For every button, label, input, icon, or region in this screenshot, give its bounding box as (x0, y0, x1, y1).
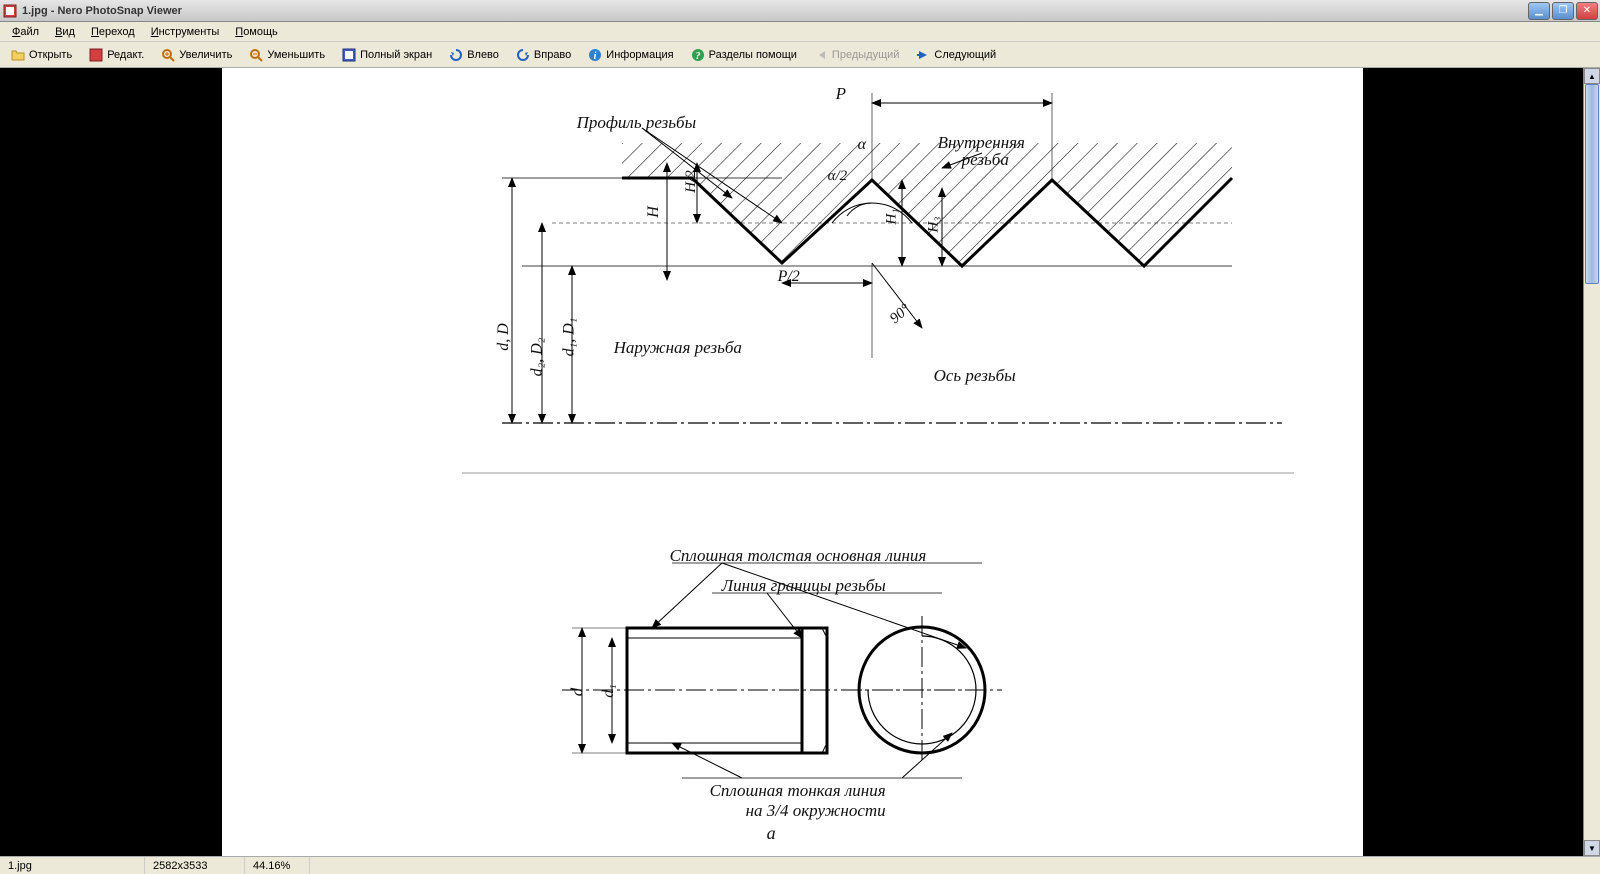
rotate-left-label: Влево (467, 49, 499, 61)
minimize-button[interactable]: ▁ (1528, 2, 1550, 20)
label-external: Наружная резьба (614, 338, 742, 358)
edit-button[interactable]: Редакт. (82, 45, 150, 65)
arrow-left-icon (813, 47, 829, 63)
window-controls: ▁ ❐ ✕ (1528, 2, 1598, 20)
menu-file[interactable]: Файл (4, 24, 47, 40)
scroll-thumb[interactable] (1585, 84, 1599, 284)
zoomout-label: Уменьшить (267, 49, 325, 61)
menu-help[interactable]: Помощь (227, 24, 286, 40)
status-dimensions: 2582x3533 (145, 857, 245, 874)
label-d: d (567, 688, 587, 697)
status-zoom: 44.16% (245, 857, 310, 874)
image-page[interactable]: Профиль резьбы Внутренняя резьба Наружна… (222, 68, 1364, 856)
app-icon (2, 3, 18, 19)
open-button[interactable]: Открыть (4, 45, 78, 65)
menu-goto[interactable]: Переход (83, 24, 143, 40)
fullscreen-label: Полный экран (360, 49, 432, 61)
label-profile: Профиль резьбы (577, 113, 697, 133)
next-button[interactable]: Следующий (909, 45, 1002, 65)
rotate-left-icon (448, 47, 464, 63)
open-label: Открыть (29, 49, 72, 61)
label-H2: H/2 (682, 170, 699, 193)
maximize-button[interactable]: ❐ (1552, 2, 1574, 20)
content-area: Профиль резьбы Внутренняя резьба Наружна… (0, 68, 1600, 856)
label-d1: d₁ (599, 684, 617, 698)
window-title: 1.jpg - Nero PhotoSnap Viewer (22, 5, 1528, 17)
label-thin1: Сплошная тонкая линия (710, 781, 886, 801)
label-axis: Ось резьбы (934, 366, 1016, 386)
rotate-right-label: Вправо (534, 49, 571, 61)
label-H: H (644, 206, 662, 218)
help-label: Разделы помощи (709, 49, 797, 61)
help-button[interactable]: ? Разделы помощи (684, 45, 803, 65)
rotate-right-button[interactable]: Вправо (509, 45, 577, 65)
label-H3: H₃ (925, 216, 942, 232)
zoomin-label: Увеличить (179, 49, 232, 61)
info-button[interactable]: i Информация (581, 45, 679, 65)
left-margin (0, 68, 222, 856)
label-d1D1: d₁, D₁ (560, 318, 578, 357)
label-alpha: α (858, 136, 866, 154)
toolbar: Открыть Редакт. Увеличить Уменьшить Полн… (0, 42, 1600, 68)
edit-label: Редакт. (107, 49, 144, 61)
zoomin-button[interactable]: Увеличить (154, 45, 238, 65)
menubar: Файл Вид Переход Инструменты Помощь (0, 22, 1600, 42)
info-label: Информация (606, 49, 673, 61)
rotate-left-button[interactable]: Влево (442, 45, 505, 65)
label-P: P (836, 84, 846, 104)
label-H1: H₁ (883, 208, 900, 224)
menu-view[interactable]: Вид (47, 24, 83, 40)
svg-text:?: ? (695, 51, 700, 62)
scrollbar-vertical[interactable]: ▲ ▼ (1583, 68, 1600, 856)
zoomout-button[interactable]: Уменьшить (242, 45, 331, 65)
menu-tools[interactable]: Инструменты (143, 24, 228, 40)
titlebar: 1.jpg - Nero PhotoSnap Viewer ▁ ❐ ✕ (0, 0, 1600, 22)
zoom-in-icon (160, 47, 176, 63)
next-label: Следующий (934, 49, 996, 61)
label-thick: Сплошная толстая основная линия (670, 546, 927, 566)
folder-open-icon (10, 47, 26, 63)
right-margin (1363, 68, 1583, 856)
label-P2: P/2 (778, 268, 800, 286)
close-button[interactable]: ✕ (1576, 2, 1598, 20)
statusbar: 1.jpg 2582x3533 44.16% (0, 856, 1600, 874)
label-fig: а (767, 823, 776, 844)
prev-button: Предыдущий (807, 45, 905, 65)
label-alpha2: α/2 (828, 168, 848, 185)
label-thin2: на 3/4 окружности (746, 801, 886, 821)
label-d2D2: d₂, D₂ (528, 338, 546, 377)
status-filename: 1.jpg (0, 857, 145, 874)
label-boundary: Линия границы резьбы (722, 576, 886, 596)
rotate-right-icon (515, 47, 531, 63)
prev-label: Предыдущий (832, 49, 899, 61)
fullscreen-button[interactable]: Полный экран (335, 45, 438, 65)
arrow-right-icon (915, 47, 931, 63)
help-icon: ? (690, 47, 706, 63)
label-internal2: резьба (962, 150, 1009, 170)
fullscreen-icon (341, 47, 357, 63)
scroll-up-button[interactable]: ▲ (1584, 68, 1600, 84)
zoom-out-icon (248, 47, 264, 63)
scroll-down-button[interactable]: ▼ (1584, 840, 1600, 856)
info-icon: i (587, 47, 603, 63)
label-dD: d, D (494, 323, 512, 351)
svg-text:i: i (594, 51, 597, 62)
edit-icon (88, 47, 104, 63)
